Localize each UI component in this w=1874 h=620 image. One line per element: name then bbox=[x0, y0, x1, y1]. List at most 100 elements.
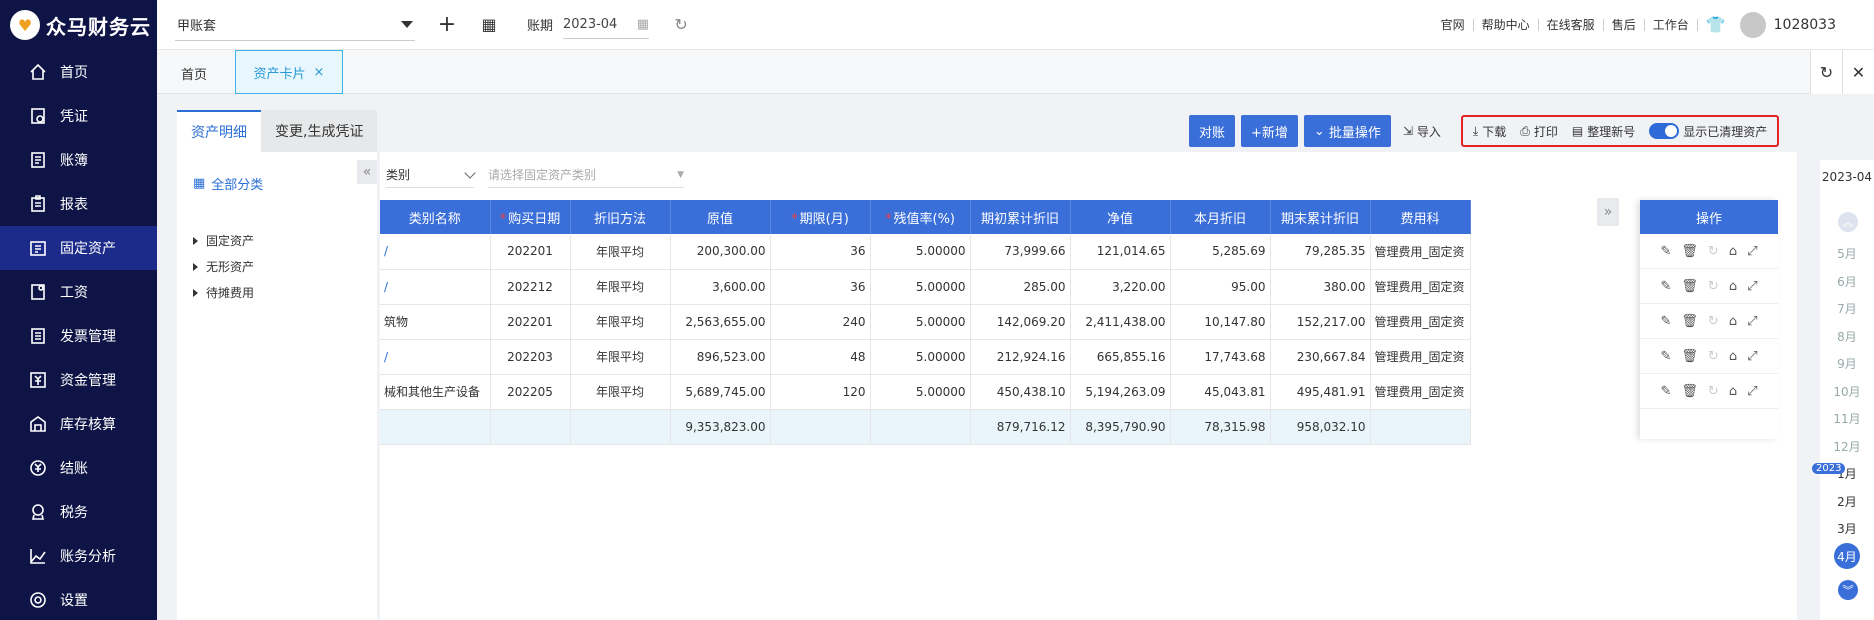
tree-node-fixed-assets[interactable]: 固定资产 bbox=[193, 232, 254, 249]
column-header[interactable]: * 购买日期 bbox=[490, 200, 571, 234]
asset-type-select[interactable]: 请选择固定资产类别 ▼ bbox=[488, 162, 684, 188]
account-select[interactable]: 甲账套 bbox=[175, 9, 415, 41]
batch-operation-button[interactable]: ⌄ 批量操作 bbox=[1303, 115, 1391, 147]
archive-icon[interactable]: ⌂ bbox=[1729, 279, 1737, 294]
tree-all-categories[interactable]: ▦ 全部分类 bbox=[193, 174, 263, 193]
sidebar-item-report[interactable]: 报表 bbox=[0, 182, 157, 226]
table-row[interactable]: /202212 年限平均 3,600.00 36 5.00000 285.00 3,220.… bbox=[380, 269, 1471, 305]
column-header[interactable]: * 期限(月) bbox=[770, 200, 871, 234]
delete-icon[interactable]: 🗑 bbox=[1681, 314, 1698, 329]
refresh-tab-icon[interactable]: ↻ bbox=[1810, 50, 1842, 94]
column-header[interactable]: 本月折旧 bbox=[1170, 200, 1271, 234]
edit-icon[interactable]: ✎ bbox=[1661, 279, 1672, 294]
plus-icon[interactable]: + bbox=[437, 12, 457, 37]
tab-asset-detail[interactable]: 资产明细 bbox=[177, 110, 261, 152]
month-item-current[interactable]: 4月 bbox=[1820, 543, 1874, 571]
month-item[interactable]: 2月 bbox=[1820, 488, 1874, 516]
expand-icon[interactable]: ⤢ bbox=[1747, 244, 1757, 259]
scroll-up-icon[interactable]: ︽ bbox=[1838, 212, 1858, 232]
sidebar-item-inventory[interactable]: 库存核算 bbox=[0, 402, 157, 446]
user-menu[interactable]: 1028033 bbox=[1739, 11, 1836, 38]
month-item[interactable]: 12月 bbox=[1820, 433, 1874, 461]
table-row[interactable]: 械和其他生产设备 202205 年限平均 5,689,745.00 120 5.00000… bbox=[380, 374, 1471, 410]
expand-icon[interactable] bbox=[193, 236, 198, 245]
month-item[interactable]: 10月 bbox=[1820, 378, 1874, 406]
column-header[interactable]: 原值 bbox=[670, 200, 771, 234]
edit-icon[interactable]: ✎ bbox=[1661, 314, 1672, 329]
print-button[interactable]: ⎙ 打印 bbox=[1520, 123, 1558, 140]
sidebar-item-invoice[interactable]: 发票管理 bbox=[0, 314, 157, 358]
link-workbench[interactable]: 工作台 bbox=[1645, 18, 1698, 31]
month-item[interactable]: 11月 bbox=[1820, 405, 1874, 433]
sidebar-item-checkout[interactable]: 结账 bbox=[0, 446, 157, 490]
collapse-left-icon[interactable]: « bbox=[357, 160, 377, 184]
link-official-site[interactable]: 官网 bbox=[1433, 18, 1474, 31]
category-select[interactable]: 类别 bbox=[386, 162, 476, 188]
archive-icon[interactable]: ⌂ bbox=[1729, 384, 1737, 399]
renumber-button[interactable]: ▤ 整理新号 bbox=[1572, 123, 1635, 140]
month-item[interactable]: 5月 bbox=[1820, 240, 1874, 268]
add-button[interactable]: +新增 bbox=[1241, 115, 1298, 147]
sidebar-item-analysis[interactable]: 账务分析 bbox=[0, 534, 157, 578]
tab-asset-card[interactable]: 资产卡片 × bbox=[235, 50, 343, 94]
expand-icon[interactable] bbox=[193, 288, 198, 297]
column-header[interactable]: 期初累计折旧 bbox=[970, 200, 1071, 234]
month-item[interactable]: 7月 bbox=[1820, 295, 1874, 323]
table-row[interactable]: 筑物 202201 年限平均 2,563,655.00 240 5.00000 142,06… bbox=[380, 304, 1471, 340]
archive-icon[interactable]: ⌂ bbox=[1729, 244, 1737, 259]
archive-icon[interactable]: ⌂ bbox=[1729, 349, 1737, 364]
edit-icon[interactable]: ✎ bbox=[1661, 384, 1672, 399]
sidebar-item-gear[interactable]: 设置 bbox=[0, 578, 157, 620]
month-item[interactable]: 8月 bbox=[1820, 323, 1874, 351]
link-after-sales[interactable]: 售后 bbox=[1604, 18, 1645, 31]
tab-home[interactable]: 首页 bbox=[181, 64, 207, 83]
month-item[interactable]: 6月 bbox=[1820, 268, 1874, 296]
reconcile-button[interactable]: 对账 bbox=[1189, 115, 1236, 147]
edit-icon[interactable]: ✎ bbox=[1661, 244, 1672, 259]
delete-icon[interactable]: 🗑 bbox=[1681, 244, 1698, 259]
close-all-icon[interactable]: ✕ bbox=[1842, 50, 1874, 94]
expand-icon[interactable]: ⤢ bbox=[1747, 279, 1757, 294]
link-online-support[interactable]: 在线客服 bbox=[1539, 18, 1604, 31]
app-logo[interactable]: ♥ 众马财务云 bbox=[0, 0, 157, 50]
apps-grid-icon[interactable]: ▦ bbox=[479, 15, 499, 35]
month-item[interactable]: 9月 bbox=[1820, 350, 1874, 378]
sidebar-item-salary[interactable]: 工资 bbox=[0, 270, 157, 314]
table-row[interactable]: /202203 年限平均 896,523.00 48 5.00000 212,924.16… bbox=[380, 339, 1471, 375]
sidebar-item-home[interactable]: 首页 bbox=[0, 50, 157, 94]
scroll-down-icon[interactable]: ︾ bbox=[1838, 580, 1858, 600]
expand-icon[interactable]: ⤢ bbox=[1747, 314, 1757, 329]
delete-icon[interactable]: 🗑 bbox=[1681, 279, 1698, 294]
archive-icon[interactable]: ⌂ bbox=[1729, 314, 1737, 329]
close-icon[interactable]: × bbox=[314, 65, 325, 80]
expand-icon[interactable] bbox=[193, 262, 198, 271]
sidebar-item-fund[interactable]: 资金管理 bbox=[0, 358, 157, 402]
sidebar-item-asset[interactable]: 固定资产 bbox=[0, 226, 157, 270]
table-row[interactable]: /202201 年限平均 200,300.00 36 5.00000 73,999.66 1… bbox=[380, 234, 1471, 270]
show-cleared-toggle[interactable]: 显示已清理资产 bbox=[1649, 123, 1767, 140]
column-header[interactable]: 费用科 bbox=[1370, 200, 1471, 234]
download-button[interactable]: ⤓ 下载 bbox=[1473, 123, 1506, 140]
month-item[interactable]: 3月 bbox=[1820, 515, 1874, 543]
tab-change-voucher[interactable]: 变更,生成凭证 bbox=[261, 110, 378, 152]
tree-node-prepaid-expenses[interactable]: 待摊费用 bbox=[193, 284, 254, 301]
refresh-icon[interactable]: ↻ bbox=[671, 15, 691, 35]
sidebar-item-voucher[interactable]: 凭证 bbox=[0, 94, 157, 138]
delete-icon[interactable]: 🗑 bbox=[1681, 384, 1698, 399]
sidebar-item-ledger[interactable]: 账簿 bbox=[0, 138, 157, 182]
expand-right-icon[interactable]: » bbox=[1597, 198, 1619, 226]
import-button[interactable]: ⇲ 导入 bbox=[1397, 115, 1447, 147]
column-header[interactable]: 期末累计折旧 bbox=[1270, 200, 1371, 234]
tree-node-intangible-assets[interactable]: 无形资产 bbox=[193, 258, 254, 275]
column-header[interactable]: 类别名称 bbox=[380, 200, 491, 234]
expand-icon[interactable]: ⤢ bbox=[1747, 349, 1757, 364]
period-picker[interactable]: 2023-04 ▦ bbox=[563, 11, 650, 39]
toggle-switch[interactable] bbox=[1649, 123, 1680, 139]
sidebar-item-tax[interactable]: 税务 bbox=[0, 490, 157, 534]
column-header[interactable]: * 残值率(%) bbox=[870, 200, 971, 234]
link-help-center[interactable]: 帮助中心 bbox=[1474, 18, 1539, 31]
shirt-icon[interactable]: 👕 bbox=[1706, 15, 1726, 34]
edit-icon[interactable]: ✎ bbox=[1661, 349, 1672, 364]
expand-icon[interactable]: ⤢ bbox=[1747, 384, 1757, 399]
column-header[interactable]: 净值 bbox=[1070, 200, 1171, 234]
